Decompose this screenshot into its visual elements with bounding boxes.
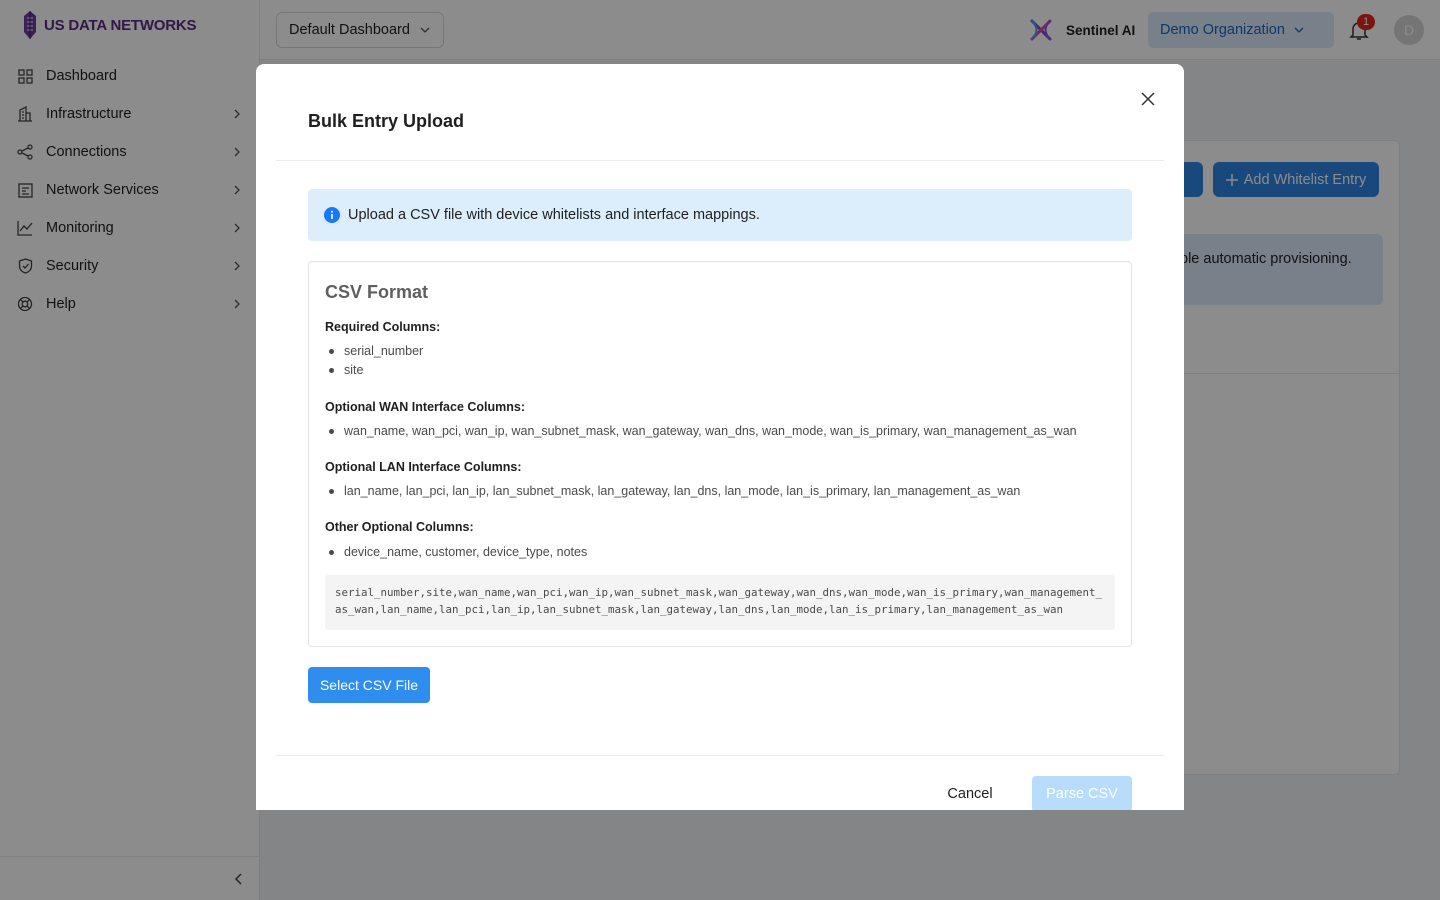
list-item: serial_number xyxy=(329,344,423,358)
csv-header-example: serial_number,site,wan_name,wan_pci,wan_… xyxy=(325,575,1115,630)
divider xyxy=(276,755,1164,756)
list-item: lan_name, lan_pci, lan_ip, lan_subnet_ma… xyxy=(329,484,1020,498)
csv-format-title: CSV Format xyxy=(325,282,429,302)
parse-csv-button[interactable]: Parse CSV xyxy=(1032,776,1132,810)
list-item: site xyxy=(329,363,363,377)
list-item: device_name, customer, device_type, note… xyxy=(329,545,587,559)
info-alert-text: Upload a CSV file with device whitelists… xyxy=(348,207,760,223)
modal-title: Bulk Entry Upload xyxy=(308,111,465,131)
info-icon xyxy=(324,207,340,223)
bulk-entry-upload-modal: Bulk Entry Upload Upload a CSV file with… xyxy=(256,64,1184,810)
cancel-button[interactable]: Cancel xyxy=(930,776,1010,810)
lan-columns-heading: Optional LAN Interface Columns: xyxy=(325,460,522,474)
required-columns-heading: Required Columns: xyxy=(325,320,441,334)
wan-columns-heading: Optional WAN Interface Columns: xyxy=(325,400,526,414)
select-csv-file-button[interactable]: Select CSV File xyxy=(308,667,430,703)
list-item: wan_name, wan_pci, wan_ip, wan_subnet_ma… xyxy=(329,424,1077,438)
close-icon[interactable] xyxy=(1139,90,1157,108)
other-columns-heading: Other Optional Columns: xyxy=(325,520,474,534)
info-alert: Upload a CSV file with device whitelists… xyxy=(308,189,1132,241)
divider xyxy=(276,160,1164,161)
csv-format-panel: CSV Format Required Columns: serial_numb… xyxy=(308,261,1132,647)
